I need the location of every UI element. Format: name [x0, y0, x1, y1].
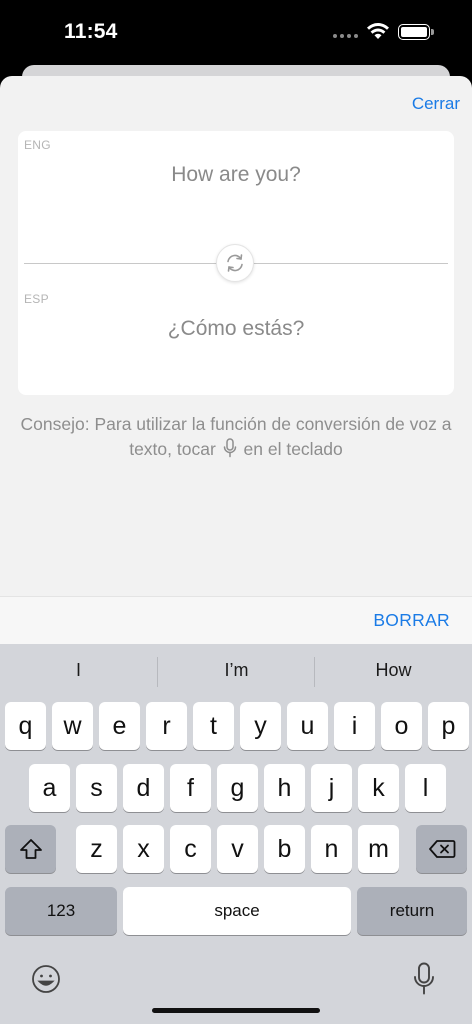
translated-text: ¿Cómo estás?	[167, 317, 305, 340]
status-bar: 11:54	[0, 0, 472, 64]
key-z[interactable]: z	[76, 825, 117, 873]
key-g[interactable]: g	[217, 764, 258, 812]
return-key[interactable]: return	[357, 887, 467, 935]
key-n[interactable]: n	[311, 825, 352, 873]
delete-key[interactable]	[416, 825, 467, 873]
numbers-key[interactable]: 123	[5, 887, 117, 935]
key-q[interactable]: q	[5, 702, 46, 750]
battery-cap	[431, 29, 434, 35]
key-a[interactable]: a	[29, 764, 70, 812]
keyboard-accessory-bar: BORRAR	[0, 596, 472, 644]
key-t[interactable]: t	[193, 702, 234, 750]
suggestion-1[interactable]: I	[0, 660, 157, 681]
tip-text-after: en el teclado	[243, 439, 343, 459]
home-indicator[interactable]	[152, 1008, 320, 1013]
dictation-icon[interactable]	[413, 962, 435, 996]
key-b[interactable]: b	[264, 825, 305, 873]
key-v[interactable]: v	[217, 825, 258, 873]
clear-button[interactable]: BORRAR	[373, 610, 450, 631]
key-i[interactable]: i	[334, 702, 375, 750]
translator-sheet: Cerrar ENG How are you? ESP ¿Cómo estás?…	[0, 76, 472, 644]
key-f[interactable]: f	[170, 764, 211, 812]
shift-icon	[19, 839, 42, 859]
emoji-icon[interactable]	[30, 963, 62, 995]
key-c[interactable]: c	[170, 825, 211, 873]
wifi-icon	[367, 23, 389, 39]
key-u[interactable]: u	[287, 702, 328, 750]
space-key[interactable]: space	[123, 887, 351, 935]
key-h[interactable]: h	[264, 764, 305, 812]
key-x[interactable]: x	[123, 825, 164, 873]
key-y[interactable]: y	[240, 702, 281, 750]
key-s[interactable]: s	[76, 764, 117, 812]
swap-languages-button[interactable]	[216, 244, 254, 282]
key-p[interactable]: p	[428, 702, 469, 750]
key-k[interactable]: k	[358, 764, 399, 812]
suggestion-3[interactable]: How	[315, 660, 472, 681]
key-w[interactable]: w	[52, 702, 93, 750]
key-j[interactable]: j	[311, 764, 352, 812]
microphone-icon	[223, 438, 236, 458]
close-button[interactable]: Cerrar	[412, 94, 460, 114]
delete-icon	[428, 840, 455, 858]
source-language-label: ENG	[24, 138, 51, 152]
key-o[interactable]: o	[381, 702, 422, 750]
predictive-bar: I I’m How	[0, 644, 472, 700]
key-e[interactable]: e	[99, 702, 140, 750]
target-language-label: ESP	[24, 292, 49, 306]
key-d[interactable]: d	[123, 764, 164, 812]
translation-card: ENG How are you? ESP ¿Cómo estás?	[18, 131, 454, 395]
status-time: 11:54	[64, 20, 118, 43]
dictation-tip: Consejo: Para utilizar la función de con…	[20, 412, 452, 462]
cellular-signal-icon	[333, 34, 358, 38]
battery-icon	[398, 24, 430, 40]
key-m[interactable]: m	[358, 825, 399, 873]
key-r[interactable]: r	[146, 702, 187, 750]
key-l[interactable]: l	[405, 764, 446, 812]
suggestion-2[interactable]: I’m	[158, 660, 315, 681]
swap-icon	[227, 254, 243, 272]
source-text-input[interactable]: How are you?	[18, 163, 454, 187]
shift-key[interactable]	[5, 825, 56, 873]
keyboard: I I’m How q w e r t y u i o p a s d f g …	[0, 644, 472, 1024]
